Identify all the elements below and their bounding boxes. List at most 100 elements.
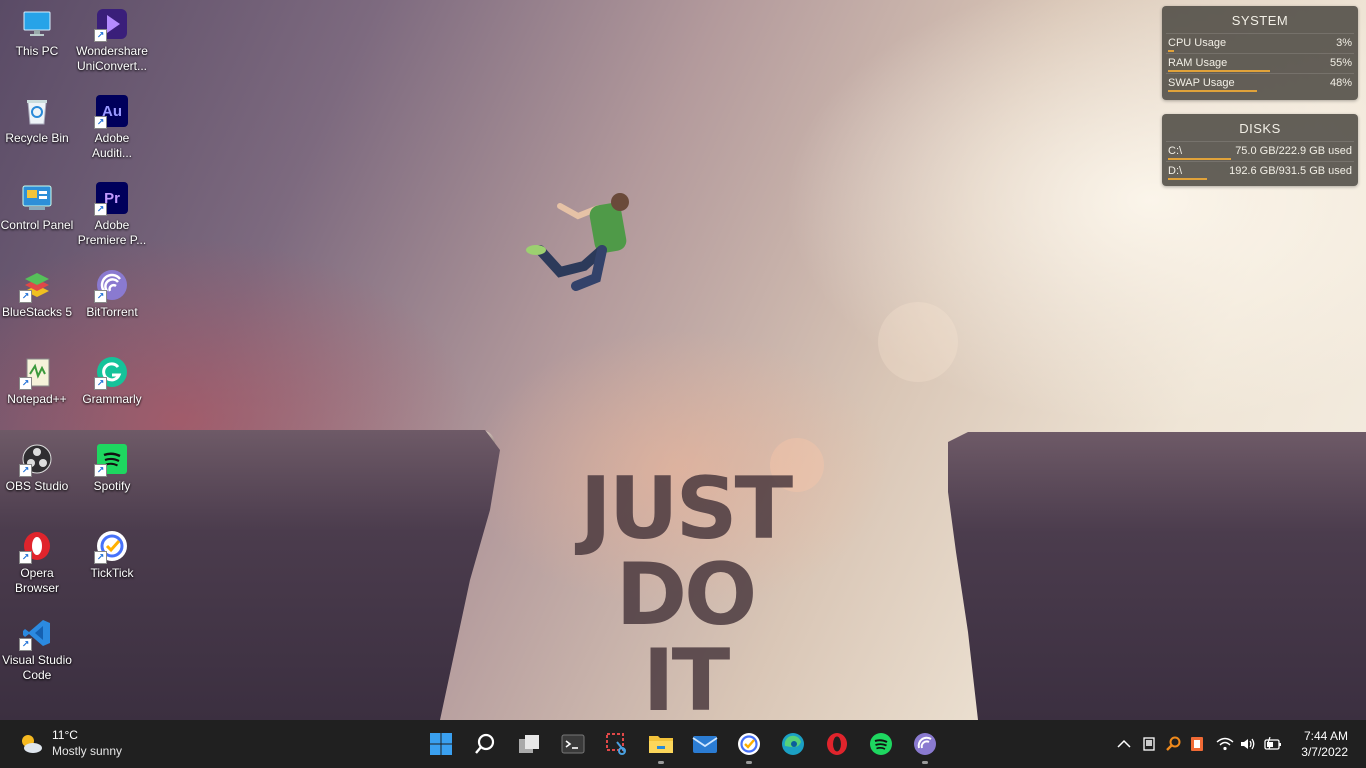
opera-icon: ↗ bbox=[19, 530, 53, 564]
taskbar-app-file-explorer[interactable] bbox=[645, 728, 677, 764]
shortcut-arrow-icon: ↗ bbox=[19, 638, 32, 651]
desktop-icon-audition[interactable]: Au ↗ Adobe Auditi... bbox=[75, 95, 149, 161]
system-row-cpu: CPU Usage 3% bbox=[1166, 33, 1354, 53]
desktop-icon-grammarly[interactable]: ↗ Grammarly bbox=[75, 356, 149, 407]
desktop-icon-label: This PC bbox=[15, 44, 59, 58]
desktop-icon-premiere[interactable]: Pr ↗ Adobe Premiere P... bbox=[75, 182, 149, 248]
bluestacks-icon: ↗ bbox=[19, 269, 53, 303]
row-value: 75.0 GB/222.9 GB used bbox=[1235, 145, 1352, 157]
desktop-icon-label: Opera Browser bbox=[14, 566, 59, 595]
terminal-icon bbox=[561, 734, 585, 754]
windows-start-icon bbox=[430, 733, 452, 755]
shortcut-arrow-icon: ↗ bbox=[19, 290, 32, 303]
row-label: D:\ bbox=[1168, 165, 1183, 177]
shortcut-arrow-icon: ↗ bbox=[19, 551, 32, 564]
partly-sunny-icon bbox=[22, 734, 42, 753]
shortcut-arrow-icon: ↗ bbox=[19, 377, 32, 390]
usage-bar bbox=[1168, 178, 1208, 180]
light-orb bbox=[878, 302, 958, 382]
taskbar: 11°C Mostly sunny 7:44 AM 3/7/2022 bbox=[0, 720, 1366, 768]
desktop-icon-ticktick[interactable]: ↗ TickTick bbox=[75, 530, 149, 581]
adobe-premiere-icon: Pr ↗ bbox=[94, 182, 128, 216]
tray-item[interactable] bbox=[1187, 734, 1207, 754]
desktop-wallpaper: JUST DO IT bbox=[0, 0, 1366, 720]
battery-button[interactable] bbox=[1263, 734, 1283, 754]
widget-title: SYSTEM bbox=[1231, 13, 1289, 28]
shortcut-arrow-icon: ↗ bbox=[94, 29, 107, 42]
desktop-icon-obs[interactable]: ↗ OBS Studio bbox=[0, 443, 74, 494]
desktop-icon-this-pc[interactable]: This PC bbox=[0, 8, 74, 59]
taskbar-app-terminal[interactable] bbox=[557, 728, 589, 760]
system-row-ram: RAM Usage 55% bbox=[1166, 53, 1354, 73]
desktop-icon-label: Visual Studio Code bbox=[2, 653, 72, 682]
usage-bar bbox=[1168, 90, 1258, 92]
desktop-icon-wondershare[interactable]: ↗ Wondershare UniConvert... bbox=[75, 8, 149, 74]
spotify-icon bbox=[870, 733, 892, 755]
desktop-icon-label: TickTick bbox=[90, 566, 134, 580]
ticktick-icon bbox=[738, 733, 760, 755]
task-view-button[interactable] bbox=[513, 728, 545, 760]
notepad-plus-plus-icon: ↗ bbox=[19, 356, 53, 390]
desktop-icon-label: Notepad++ bbox=[7, 392, 67, 406]
search-button[interactable] bbox=[469, 728, 501, 760]
weather-condition: Mostly sunny bbox=[52, 744, 123, 758]
usage-bar bbox=[1168, 70, 1271, 72]
desktop-icon-opera[interactable]: ↗ Opera Browser bbox=[0, 530, 74, 596]
wondershare-icon: ↗ bbox=[94, 8, 128, 42]
obs-studio-icon: ↗ bbox=[19, 443, 53, 477]
taskbar-app-snipping-tool[interactable] bbox=[601, 728, 633, 760]
start-button[interactable] bbox=[425, 728, 457, 760]
ticktick-icon: ↗ bbox=[94, 530, 128, 564]
taskbar-app-ticktick[interactable] bbox=[733, 728, 765, 764]
shortcut-arrow-icon: ↗ bbox=[19, 464, 32, 477]
desktop-icon-label: BitTorrent bbox=[86, 305, 138, 319]
weather-widget[interactable]: 11°C Mostly sunny bbox=[18, 728, 122, 759]
screen-icon bbox=[1143, 737, 1155, 751]
system-widget: SYSTEM CPU Usage 3% RAM Usage 55% SWAP U… bbox=[1162, 6, 1358, 100]
recycle-bin-icon bbox=[21, 95, 53, 127]
taskbar-app-bittorrent[interactable] bbox=[909, 728, 941, 764]
chevron-up-icon bbox=[1117, 739, 1131, 748]
desktop-icon-spotify[interactable]: ↗ Spotify bbox=[75, 443, 149, 494]
desktop-icon-bittorrent[interactable]: ↗ BitTorrent bbox=[75, 269, 149, 320]
desktop-icon-bluestacks[interactable]: ↗ BlueStacks 5 bbox=[0, 269, 74, 320]
disks-widget: DISKS C:\ 75.0 GB/222.9 GB used D:\ 192.… bbox=[1162, 114, 1358, 186]
vscode-icon: ↗ bbox=[19, 617, 53, 651]
row-label: C:\ bbox=[1168, 145, 1183, 157]
taskbar-app-opera[interactable] bbox=[821, 728, 853, 760]
taskbar-app-spotify[interactable] bbox=[865, 728, 897, 760]
show-hidden-icons-button[interactable] bbox=[1114, 734, 1134, 754]
taskbar-app-edge[interactable] bbox=[777, 728, 809, 760]
desktop-icon-vscode[interactable]: ↗ Visual Studio Code bbox=[0, 617, 74, 683]
desktop-icon-recycle-bin[interactable]: Recycle Bin bbox=[0, 95, 74, 146]
opera-icon bbox=[827, 733, 847, 755]
spotify-icon: ↗ bbox=[94, 443, 128, 477]
running-indicator bbox=[922, 761, 928, 764]
shortcut-arrow-icon: ↗ bbox=[94, 551, 107, 564]
row-value: 55% bbox=[1329, 57, 1352, 69]
battery-charging-icon bbox=[1264, 737, 1281, 750]
desktop-icon-label: Adobe Premiere P... bbox=[77, 218, 147, 247]
shortcut-arrow-icon: ↗ bbox=[94, 203, 107, 216]
volume-button[interactable] bbox=[1238, 734, 1258, 754]
taskbar-app-mail[interactable] bbox=[689, 728, 721, 760]
row-label: RAM Usage bbox=[1168, 57, 1228, 69]
row-value: 48% bbox=[1329, 77, 1352, 89]
row-value: 192.6 GB/931.5 GB used bbox=[1229, 165, 1352, 177]
task-view-icon bbox=[519, 735, 539, 753]
control-panel-icon bbox=[21, 182, 53, 214]
search-icon bbox=[475, 733, 495, 754]
shortcut-arrow-icon: ↗ bbox=[94, 290, 107, 303]
network-button[interactable] bbox=[1215, 734, 1235, 754]
tray-item[interactable] bbox=[1139, 734, 1159, 754]
clock[interactable]: 7:44 AM 3/7/2022 bbox=[1301, 728, 1348, 760]
office-icon bbox=[1191, 737, 1203, 751]
bittorrent-icon bbox=[914, 733, 936, 755]
desktop-icon-label: Control Panel bbox=[0, 218, 74, 232]
bittorrent-icon: ↗ bbox=[94, 269, 128, 303]
desktop-icon-label: BlueStacks 5 bbox=[1, 305, 73, 319]
tray-item[interactable] bbox=[1163, 734, 1183, 754]
desktop-icon-control-panel[interactable]: Control Panel bbox=[0, 182, 74, 233]
snipping-tool-icon bbox=[606, 733, 626, 755]
desktop-icon-notepadpp[interactable]: ↗ Notepad++ bbox=[0, 356, 74, 407]
